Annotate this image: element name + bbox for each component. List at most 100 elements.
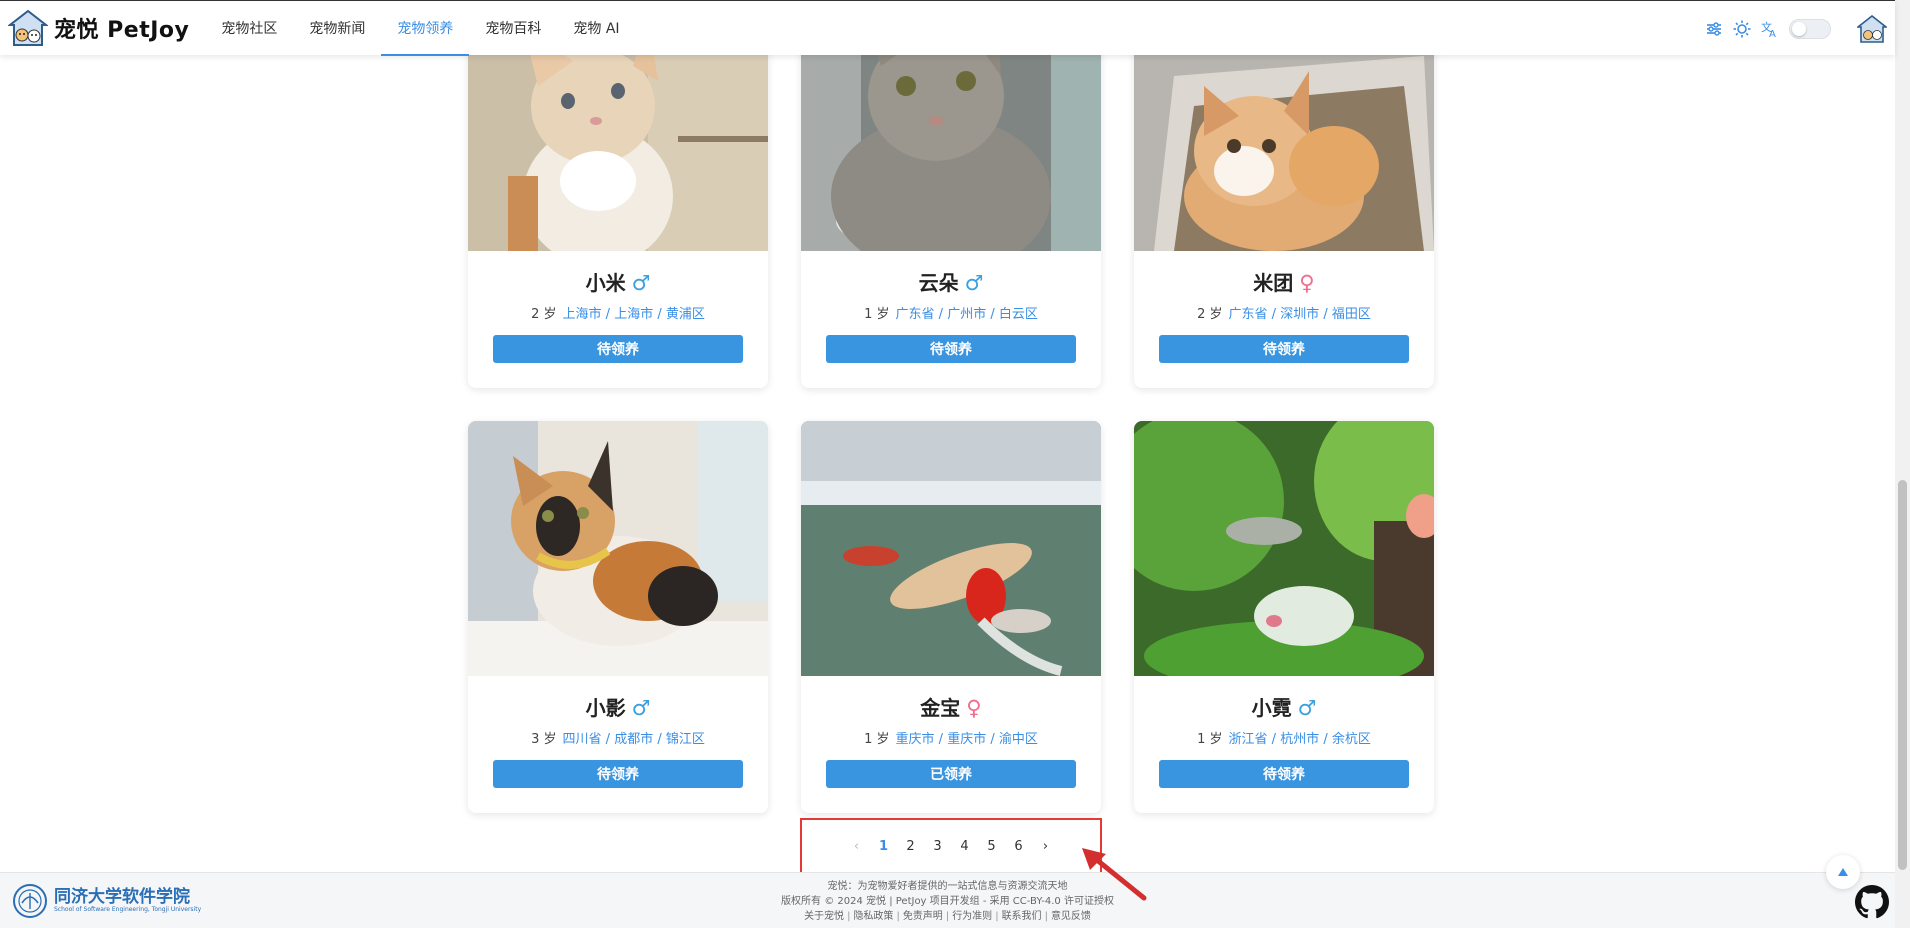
pet-card[interactable]: 小米 ♂ 2 岁上海市 / 上海市 / 黄浦区 待领养: [468, 0, 768, 388]
male-icon: ♂: [1297, 696, 1317, 720]
footer-links: 关于宠悦 | 隐私政策 | 免责声明 | 行为准则 | 联系我们 | 意见反馈: [804, 911, 1091, 922]
petjoy-logo-icon: [8, 9, 48, 46]
caret-up-icon: [1838, 868, 1848, 876]
pet-location[interactable]: 广东省 / 深圳市 / 福田区: [1229, 307, 1371, 322]
female-icon: ♀: [966, 696, 982, 720]
settings-sliders-icon[interactable]: [1705, 20, 1723, 38]
brand-logo[interactable]: 宠悦 PetJoy: [8, 8, 189, 48]
pet-location[interactable]: 广东省 / 广州市 / 白云区: [896, 307, 1038, 322]
pet-name-row: 金宝 ♀: [801, 692, 1101, 721]
adopt-status-button[interactable]: 待领养: [1159, 335, 1409, 363]
adopt-status-button[interactable]: 待领养: [493, 335, 743, 363]
adopt-status-button[interactable]: 已领养: [826, 760, 1076, 788]
footer-link-contact[interactable]: 联系我们: [1002, 911, 1042, 922]
pet-name: 云朵: [918, 271, 959, 295]
pet-card-grid: 小米 ♂ 2 岁上海市 / 上海市 / 黄浦区 待领养 云朵 ♂ 1 岁 广东省…: [468, 0, 1434, 813]
pet-card-body: 云朵 ♂ 1 岁广东省 / 广州市 / 白云区 待领养: [801, 251, 1101, 384]
pet-card[interactable]: 金宝 ♀ 1 岁重庆市 / 重庆市 / 渝中区 已领养: [801, 421, 1101, 813]
pet-card-body: 小米 ♂ 2 岁上海市 / 上海市 / 黄浦区 待领养: [468, 251, 768, 384]
nav-ai[interactable]: 宠物 AI: [557, 1, 635, 56]
pet-info: 1 岁重庆市 / 重庆市 / 渝中区: [801, 728, 1101, 747]
pet-card[interactable]: 小霓 ♂ 1 岁浙江省 / 杭州市 / 余杭区 待领养: [1134, 421, 1434, 813]
toggle-knob: [1792, 21, 1806, 36]
pet-name: 小影: [585, 696, 626, 720]
footer-info: 宠悦：为宠物爱好者提供的一站式信息与资源交流天地 版权所有 © 2024 宠悦 …: [0, 879, 1895, 924]
pet-photo: [801, 421, 1101, 676]
pet-age: 2 岁: [1197, 307, 1223, 322]
pet-age: 1 岁: [864, 307, 890, 322]
page-2[interactable]: 2: [897, 839, 924, 854]
pet-card[interactable]: 米团 ♀ 2 岁广东省 / 深圳市 / 福田区 待领养: [1134, 0, 1434, 388]
adopt-status-button[interactable]: 待领养: [826, 335, 1076, 363]
pet-name: 小霓: [1251, 696, 1292, 720]
back-to-top-button[interactable]: [1826, 855, 1860, 889]
pet-age: 1 岁: [1197, 732, 1223, 747]
site-footer: 同济大学软件学院 School of Software Engineering,…: [0, 872, 1895, 928]
pet-age: 3 岁: [531, 732, 557, 747]
translate-icon[interactable]: 文A: [1761, 20, 1779, 38]
pet-photo: [1134, 421, 1434, 676]
footer-link-privacy[interactable]: 隐私政策: [853, 911, 893, 922]
pet-location[interactable]: 上海市 / 上海市 / 黄浦区: [563, 307, 705, 322]
pet-card[interactable]: 云朵 ♂ 1 岁广东省 / 广州市 / 白云区 待领养: [801, 0, 1101, 388]
pet-name-row: 云朵 ♂: [801, 267, 1101, 296]
prev-page-button[interactable]: ‹: [843, 839, 870, 854]
scrollbar-thumb[interactable]: [1898, 480, 1907, 870]
footer-link-about[interactable]: 关于宠悦: [804, 911, 844, 922]
male-icon: ♂: [631, 696, 651, 720]
pet-info: 3 岁四川省 / 成都市 / 锦江区: [468, 728, 768, 747]
page-4[interactable]: 4: [951, 839, 978, 854]
pet-card-body: 小霓 ♂ 1 岁浙江省 / 杭州市 / 余杭区 待领养: [1134, 676, 1434, 809]
pet-location[interactable]: 四川省 / 成都市 / 锦江区: [563, 732, 705, 747]
pet-info: 2 岁广东省 / 深圳市 / 福田区: [1134, 303, 1434, 322]
page-3[interactable]: 3: [924, 839, 951, 854]
footer-link-feedback[interactable]: 意见反馈: [1051, 911, 1091, 922]
pet-name: 米团: [1253, 271, 1294, 295]
pet-info: 2 岁上海市 / 上海市 / 黄浦区: [468, 303, 768, 322]
page-1[interactable]: 1: [870, 839, 897, 854]
pet-name-row: 小霓 ♂: [1134, 692, 1434, 721]
female-icon: ♀: [1299, 271, 1315, 295]
footer-copyright: 版权所有 © 2024 宠悦 | PetJoy 项目开发组 - 采用 CC-BY…: [781, 896, 1114, 907]
footer-tagline: 宠悦：为宠物爱好者提供的一站式信息与资源交流天地: [827, 881, 1068, 892]
pet-name: 小米: [585, 271, 626, 295]
pet-name-row: 小影 ♂: [468, 692, 768, 721]
pet-card-body: 金宝 ♀ 1 岁重庆市 / 重庆市 / 渝中区 已领养: [801, 676, 1101, 809]
pet-location[interactable]: 浙江省 / 杭州市 / 余杭区: [1229, 732, 1371, 747]
sun-icon[interactable]: [1733, 20, 1751, 38]
user-avatar[interactable]: [1857, 14, 1887, 44]
pet-age: 2 岁: [531, 307, 557, 322]
pet-name: 金宝: [920, 696, 961, 720]
nav-adoption[interactable]: 宠物领养: [381, 1, 470, 56]
pet-card-body: 米团 ♀ 2 岁广东省 / 深圳市 / 福田区 待领养: [1134, 251, 1434, 384]
male-icon: ♂: [964, 271, 984, 295]
male-icon: ♂: [631, 271, 651, 295]
main-nav: 宠物社区 宠物新闻 宠物领养 宠物百科 宠物 AI: [205, 1, 635, 56]
annotation-arrow-icon: [1082, 848, 1147, 901]
page-5[interactable]: 5: [978, 839, 1005, 854]
brand-name: 宠悦 PetJoy: [54, 18, 190, 43]
adopt-status-button[interactable]: 待领养: [1159, 760, 1409, 788]
theme-toggle[interactable]: [1789, 18, 1831, 39]
adopt-status-button[interactable]: 待领养: [493, 760, 743, 788]
header-tools: 文A: [1705, 1, 1887, 56]
nav-news[interactable]: 宠物新闻: [293, 1, 381, 56]
footer-link-conduct[interactable]: 行为准则: [952, 911, 992, 922]
pagination: ‹ 1 2 3 4 5 6 ›: [800, 818, 1102, 874]
pet-location[interactable]: 重庆市 / 重庆市 / 渝中区: [896, 732, 1038, 747]
page-6[interactable]: 6: [1005, 839, 1032, 854]
nav-encyclopedia[interactable]: 宠物百科: [469, 1, 557, 56]
github-icon[interactable]: [1855, 885, 1889, 919]
page-scrollbar[interactable]: [1895, 0, 1910, 928]
pet-name-row: 小米 ♂: [468, 267, 768, 296]
pet-name-row: 米团 ♀: [1134, 267, 1434, 296]
top-navbar: 宠悦 PetJoy 宠物社区 宠物新闻 宠物领养 宠物百科 宠物 AI 文A: [0, 0, 1895, 56]
pet-info: 1 岁浙江省 / 杭州市 / 余杭区: [1134, 728, 1434, 747]
pet-age: 1 岁: [864, 732, 890, 747]
pet-card-body: 小影 ♂ 3 岁四川省 / 成都市 / 锦江区 待领养: [468, 676, 768, 809]
next-page-button[interactable]: ›: [1032, 839, 1059, 854]
footer-link-disclaimer[interactable]: 免责声明: [903, 911, 943, 922]
pet-info: 1 岁广东省 / 广州市 / 白云区: [801, 303, 1101, 322]
pet-card[interactable]: 小影 ♂ 3 岁四川省 / 成都市 / 锦江区 待领养: [468, 421, 768, 813]
nav-community[interactable]: 宠物社区: [205, 1, 293, 56]
